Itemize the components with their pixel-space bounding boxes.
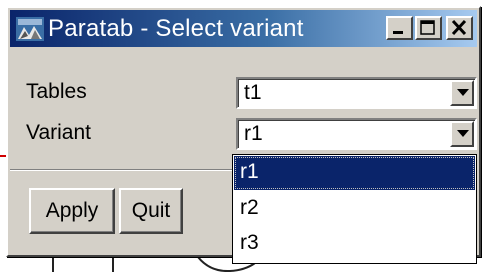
minimize-button[interactable]	[386, 16, 413, 40]
tables-value: t1	[244, 81, 262, 104]
close-icon	[451, 19, 467, 36]
variant-combobox[interactable]: r1	[236, 118, 477, 150]
variant-dropdown-button[interactable]	[450, 121, 474, 147]
chevron-down-icon	[457, 89, 469, 96]
tables-combobox[interactable]: t1	[236, 77, 477, 109]
variant-value: r1	[244, 122, 263, 145]
chevron-down-icon	[457, 130, 469, 137]
background-line	[52, 257, 54, 272]
title-bar-controls	[386, 16, 473, 40]
close-button[interactable]	[446, 16, 473, 40]
tables-dropdown-button[interactable]	[450, 80, 474, 106]
maximize-button[interactable]	[415, 16, 442, 40]
dropdown-option-r1[interactable]: r1	[234, 156, 475, 190]
minimize-icon	[393, 31, 403, 34]
dropdown-option-r2[interactable]: r2	[234, 192, 475, 226]
variant-dropdown-list: r1 r2 r3	[232, 154, 477, 264]
variant-label: Variant	[26, 121, 91, 144]
quit-button[interactable]: Quit	[119, 188, 183, 234]
tables-label: Tables	[26, 80, 87, 103]
app-icon	[16, 16, 44, 41]
title-bar[interactable]: Paratab - Select variant	[10, 10, 477, 47]
background-line	[112, 257, 114, 272]
maximize-icon	[420, 20, 435, 35]
dropdown-option-r3[interactable]: r3	[234, 227, 475, 261]
apply-button[interactable]: Apply	[29, 188, 115, 234]
window-title: Paratab - Select variant	[48, 14, 304, 42]
